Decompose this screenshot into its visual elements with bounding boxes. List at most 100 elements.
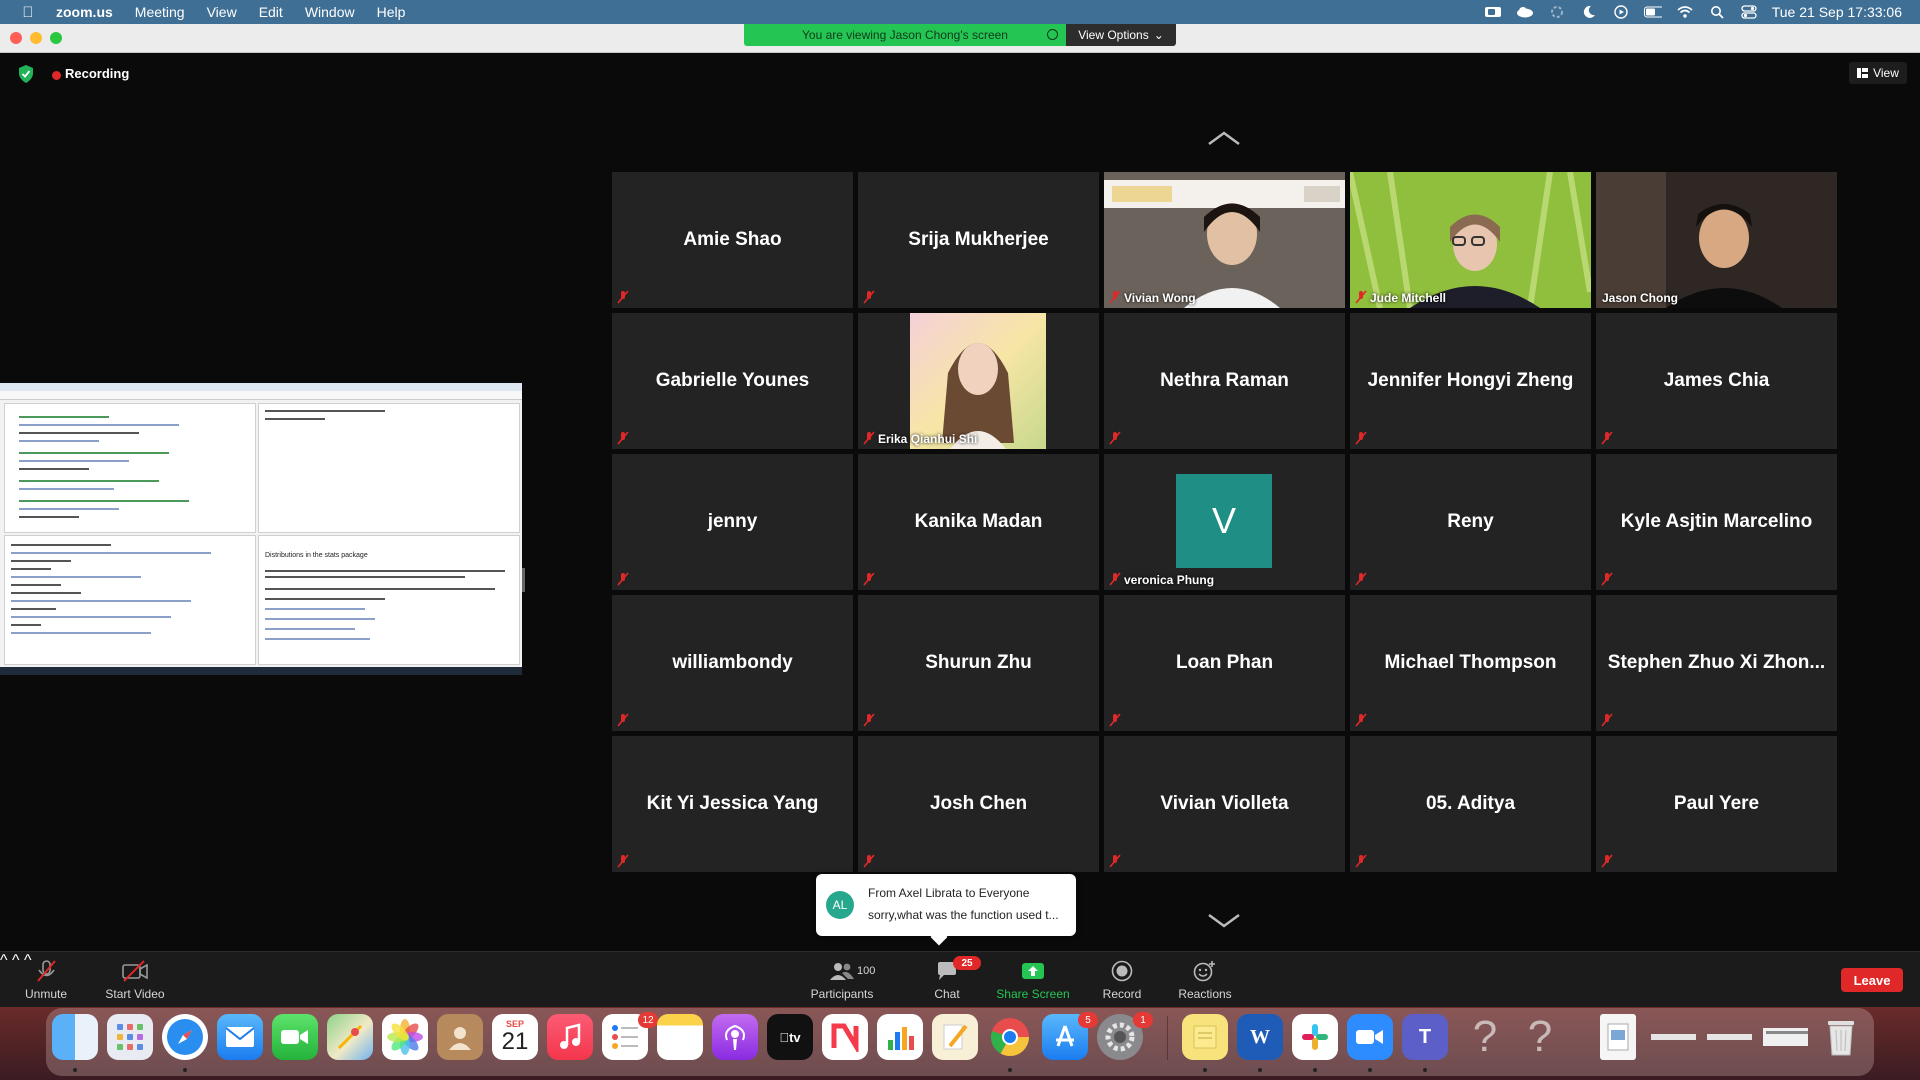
- participant-tile-srija-mukherjee[interactable]: Srija Mukherjee: [858, 172, 1099, 308]
- battery-icon[interactable]: [1643, 5, 1662, 19]
- loading-spinner-icon[interactable]: [1548, 5, 1566, 19]
- pages-icon[interactable]: [932, 1014, 978, 1060]
- participant-tile-paul-yere[interactable]: Paul Yere: [1596, 736, 1837, 872]
- participant-tile-nethra-raman[interactable]: Nethra Raman: [1104, 313, 1345, 449]
- participant-name: Josh Chen: [929, 793, 1028, 814]
- launchpad-icon[interactable]: [107, 1014, 153, 1060]
- participant-name: Loan Phan: [1175, 652, 1274, 673]
- participant-video-feed: [1596, 172, 1837, 308]
- slack-icon[interactable]: [1292, 1014, 1338, 1060]
- participant-tile-amie-shao[interactable]: Amie Shao: [612, 172, 853, 308]
- window-minimize-button[interactable]: [30, 32, 42, 44]
- menu-view[interactable]: View: [207, 4, 237, 20]
- participant-name: Reny: [1447, 511, 1494, 532]
- safari-icon[interactable]: [162, 1014, 208, 1060]
- participant-tile-jason-chong[interactable]: Jason Chong: [1596, 172, 1837, 308]
- menu-window[interactable]: Window: [305, 4, 355, 20]
- window-thumb-icon-3[interactable]: [1762, 1014, 1808, 1060]
- podcasts-icon[interactable]: [712, 1014, 758, 1060]
- unknown-app-icon[interactable]: ?: [1462, 1012, 1508, 1061]
- menu-edit[interactable]: Edit: [259, 4, 283, 20]
- participant-tile-williambondy[interactable]: williambondy: [612, 595, 853, 731]
- zoom-status-icon[interactable]: [1484, 5, 1502, 19]
- share-screen-button[interactable]: Share Screen: [990, 952, 1076, 1008]
- window-close-button[interactable]: [10, 32, 22, 44]
- dock-running-indicator: [73, 1068, 77, 1072]
- menu-app-name[interactable]: zoom.us: [56, 4, 113, 20]
- unmute-button[interactable]: Unmute: [18, 952, 74, 1008]
- participant-tile-gabrielle-younes[interactable]: Gabrielle Younes: [612, 313, 853, 449]
- control-center-icon[interactable]: [1740, 5, 1758, 19]
- shared-screen-environment-pane: [258, 403, 520, 533]
- menu-meeting[interactable]: Meeting: [135, 4, 185, 20]
- record-button[interactable]: Record: [1092, 952, 1152, 1008]
- window-fullscreen-button[interactable]: [50, 32, 62, 44]
- participant-tile-kit-yi-jessica-yang[interactable]: Kit Yi Jessica Yang: [612, 736, 853, 872]
- recording-label[interactable]: Recording: [65, 66, 129, 81]
- participant-tile-vivian-wong[interactable]: Vivian Wong: [1104, 172, 1345, 308]
- reactions-button[interactable]: Reactions: [1170, 952, 1240, 1008]
- leave-meeting-button[interactable]: Leave: [1841, 968, 1903, 992]
- music-icon[interactable]: [547, 1014, 593, 1060]
- audio-options-caret-icon[interactable]: ^: [0, 952, 8, 969]
- page-up-chevron-icon[interactable]: [1206, 128, 1242, 148]
- participants-button[interactable]: Participants: [804, 952, 880, 1008]
- word-icon[interactable]: W: [1237, 1014, 1283, 1060]
- participant-tile-reny[interactable]: Reny: [1350, 454, 1591, 590]
- participant-tile-erika-qianhui-shi[interactable]: Erika Qianhui Shi: [858, 313, 1099, 449]
- shared-screen-view[interactable]: Distributions in the stats package: [0, 383, 522, 675]
- participant-tile-05-aditya[interactable]: 05. Aditya: [1350, 736, 1591, 872]
- participant-tile-michael-thompson[interactable]: Michael Thompson: [1350, 595, 1591, 731]
- maps-icon[interactable]: [327, 1014, 373, 1060]
- unknown-app-icon-2[interactable]: ?: [1517, 1012, 1563, 1061]
- teams-icon[interactable]: T: [1402, 1014, 1448, 1060]
- participant-tile-josh-chen[interactable]: Josh Chen: [858, 736, 1099, 872]
- news-icon[interactable]: [822, 1014, 868, 1060]
- participant-tile-veronica-phung[interactable]: V veronica Phung: [1104, 454, 1345, 590]
- window-thumb-icon[interactable]: [1650, 1014, 1696, 1060]
- calendar-icon[interactable]: SEP 21: [492, 1014, 538, 1060]
- chat-notification[interactable]: AL From Axel Librata to Everyone sorry,w…: [816, 874, 1076, 946]
- participant-tile-james-chia[interactable]: James Chia: [1596, 313, 1837, 449]
- menubar-clock[interactable]: Tue 21 Sep 17:33:06: [1772, 4, 1902, 20]
- appletv-icon[interactable]: tv: [767, 1014, 813, 1060]
- numbers-icon[interactable]: [877, 1014, 923, 1060]
- settings-badge: 1: [1133, 1012, 1153, 1028]
- mail-icon[interactable]: [217, 1014, 263, 1060]
- participant-tile-kanika-madan[interactable]: Kanika Madan: [858, 454, 1099, 590]
- participant-tile-jennifer-hongyi-zheng[interactable]: Jennifer Hongyi Zheng: [1350, 313, 1591, 449]
- participant-tile-loan-phan[interactable]: Loan Phan: [1104, 595, 1345, 731]
- finder-icon[interactable]: [52, 1014, 98, 1060]
- participants-people-icon: [829, 959, 855, 983]
- play-icon[interactable]: [1612, 5, 1630, 19]
- start-video-button[interactable]: Start Video: [100, 952, 170, 1008]
- encryption-shield-icon[interactable]: [18, 65, 34, 83]
- participant-tile-jenny[interactable]: jenny: [612, 454, 853, 590]
- notes-icon[interactable]: [657, 1014, 703, 1060]
- view-button[interactable]: View: [1849, 62, 1907, 84]
- window-thumb-icon-2[interactable]: [1706, 1014, 1752, 1060]
- menu-help[interactable]: Help: [377, 4, 406, 20]
- participant-name: Amie Shao: [683, 229, 782, 250]
- participant-tile-jude-mitchell[interactable]: Jude Mitchell: [1350, 172, 1591, 308]
- spotlight-search-icon[interactable]: [1708, 5, 1726, 19]
- wifi-icon[interactable]: [1676, 5, 1694, 19]
- participant-tile-kyle-asjtin-marcelino[interactable]: Kyle Asjtin Marcelino: [1596, 454, 1837, 590]
- photos-icon[interactable]: [382, 1014, 428, 1060]
- participant-tile-stephen-zhuo-xi-zhon[interactable]: Stephen Zhuo Xi Zhon...: [1596, 595, 1837, 731]
- preview-file-icon[interactable]: [1600, 1014, 1636, 1060]
- chrome-icon[interactable]: [987, 1014, 1033, 1060]
- shared-screen-resize-handle[interactable]: [522, 568, 525, 592]
- zoom-icon[interactable]: [1347, 1014, 1393, 1060]
- contacts-icon[interactable]: [437, 1014, 483, 1060]
- facetime-icon[interactable]: [272, 1014, 318, 1060]
- participant-tile-shurun-zhu[interactable]: Shurun Zhu: [858, 595, 1099, 731]
- icloud-icon[interactable]: [1516, 5, 1534, 19]
- view-options-button[interactable]: View Options ⌄: [1066, 24, 1176, 46]
- do-not-disturb-moon-icon[interactable]: [1580, 5, 1598, 19]
- apple-menu-icon[interactable]: : [18, 4, 38, 21]
- trash-icon[interactable]: [1818, 1014, 1864, 1060]
- participant-tile-vivian-violleta[interactable]: Vivian Violleta: [1104, 736, 1345, 872]
- page-down-chevron-icon[interactable]: [1206, 911, 1242, 931]
- stickies-icon[interactable]: [1182, 1014, 1228, 1060]
